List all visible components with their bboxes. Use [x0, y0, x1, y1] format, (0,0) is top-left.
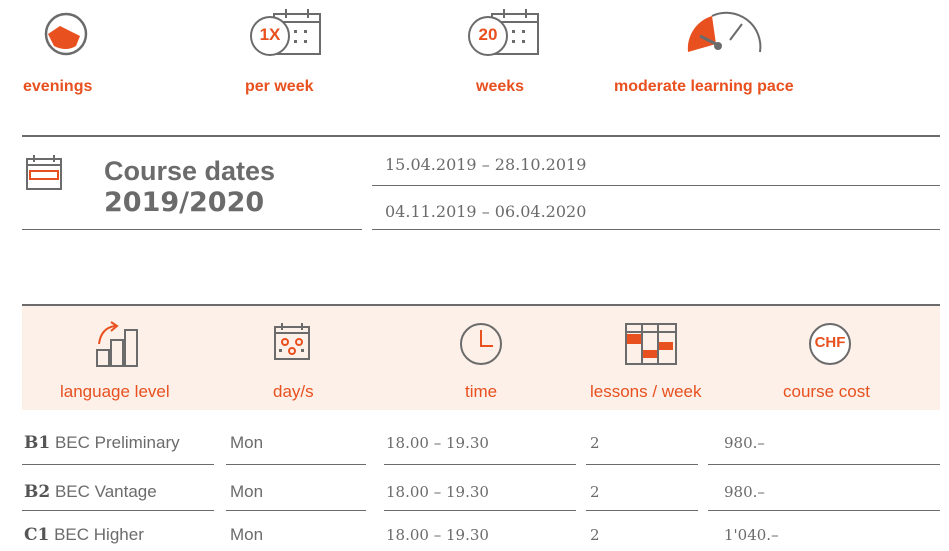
level-name: BEC Higher — [54, 525, 144, 544]
half-clock-icon — [44, 12, 88, 56]
divider — [372, 185, 940, 186]
divider — [384, 510, 576, 511]
title-line: Course dates — [104, 156, 276, 186]
lessons-cell: 2 — [590, 483, 600, 501]
time-cell: 18.00 – 19.30 — [386, 526, 489, 544]
days-cell: Mon — [230, 433, 264, 452]
divider — [384, 464, 576, 465]
level-code: B1 — [24, 433, 51, 453]
calendar-days-icon — [274, 323, 310, 360]
divider — [22, 464, 214, 465]
clock-icon — [460, 323, 502, 365]
divider — [22, 510, 214, 511]
section-title: Course dates 2019/2020 — [104, 156, 275, 218]
level-name: BEC Preliminary — [54, 433, 180, 452]
column-header: language level — [60, 382, 170, 401]
schedule-grid-icon — [625, 323, 677, 365]
feature-label: moderate learning pace — [614, 78, 794, 95]
divider — [226, 464, 366, 465]
days-cell: Mon — [230, 482, 264, 501]
level-cell: B2 BEC Vantage — [24, 482, 157, 502]
level-cell: C1 BEC Higher — [24, 525, 144, 545]
feature-label: per week — [245, 78, 314, 95]
title-line: 2019/2020 — [104, 187, 265, 218]
days-cell: Mon — [230, 525, 264, 544]
column-header: time — [465, 382, 498, 401]
divider — [708, 510, 940, 511]
feature-label: weeks — [476, 78, 525, 95]
column-header: course cost — [783, 382, 870, 401]
divider — [226, 510, 366, 511]
level-cell: B1 BEC Preliminary — [24, 433, 180, 453]
level-chart-icon — [96, 321, 138, 367]
divider — [586, 510, 698, 511]
divider — [586, 464, 698, 465]
cost-cell: 1'040.– — [724, 526, 779, 544]
currency-badge: CHF — [814, 334, 846, 351]
divider — [708, 464, 940, 465]
feature-label: evenings — [23, 78, 93, 95]
time-cell: 18.00 – 19.30 — [386, 483, 489, 501]
date-range: 15.04.2019 – 28.10.2019 — [385, 155, 587, 174]
lessons-cell: 2 — [590, 526, 600, 544]
level-code: C1 — [24, 525, 50, 545]
speedometer-icon — [687, 11, 762, 53]
divider — [372, 229, 940, 230]
divider — [22, 135, 940, 137]
lessons-cell: 2 — [590, 434, 600, 452]
level-name: BEC Vantage — [54, 482, 157, 501]
time-cell: 18.00 – 19.30 — [386, 434, 489, 452]
frequency-badge: 1X — [259, 25, 281, 44]
column-header: day/s — [273, 382, 314, 401]
cost-cell: 980.– — [724, 434, 765, 452]
calendar-dates-icon — [26, 155, 62, 190]
column-header: lessons / week — [590, 382, 702, 401]
cost-cell: 980.– — [724, 483, 765, 501]
level-code: B2 — [24, 482, 51, 502]
duration-badge: 20 — [478, 25, 498, 44]
divider — [22, 229, 362, 230]
date-range: 04.11.2019 – 06.04.2020 — [385, 202, 587, 221]
